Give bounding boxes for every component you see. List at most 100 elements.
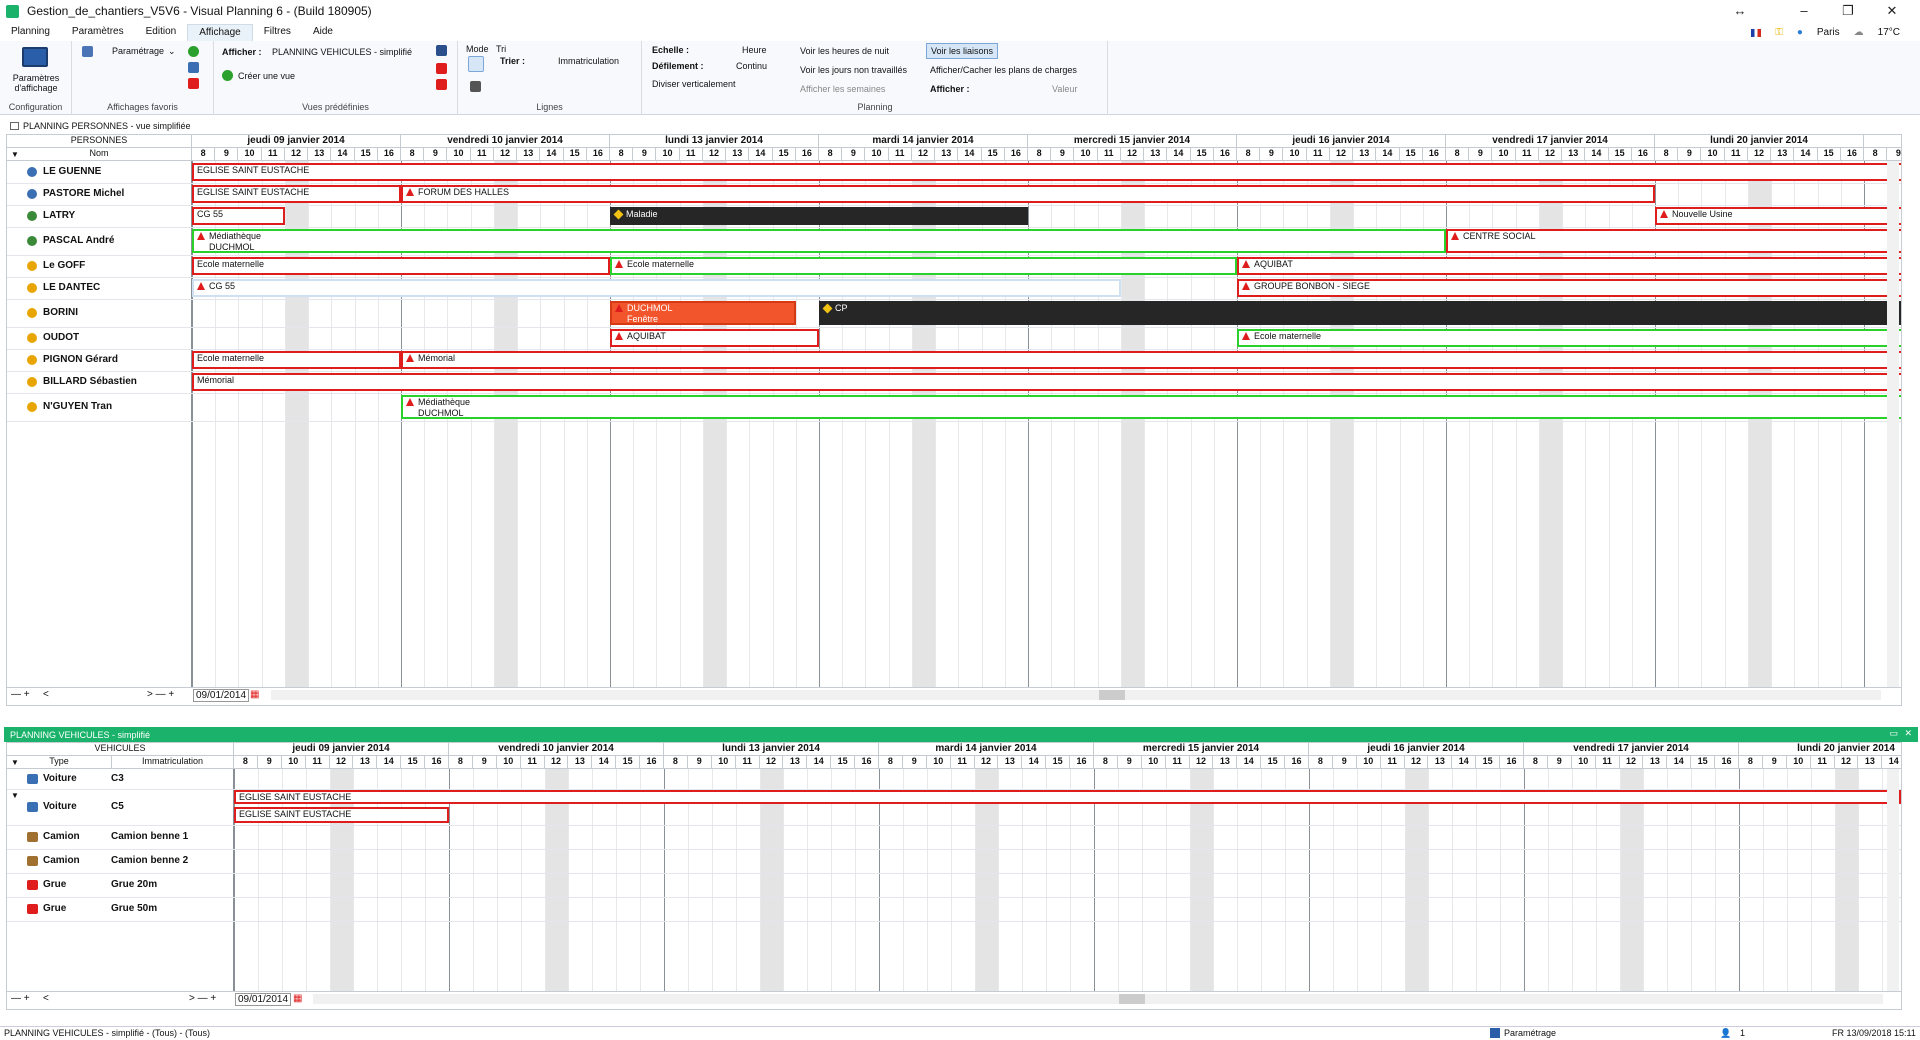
delete-icon[interactable]: [188, 78, 199, 89]
vehicle-immat[interactable]: Grue 50m: [111, 903, 157, 914]
person-name[interactable]: PIGNON Gérard: [43, 354, 118, 365]
vehicle-type[interactable]: Voiture: [43, 773, 77, 784]
task-bar[interactable]: Ecole maternelle: [610, 257, 1237, 275]
vehicle-immat[interactable]: Camion benne 2: [111, 855, 188, 866]
menu-aide[interactable]: Aide: [302, 24, 344, 41]
task-bar[interactable]: GROUPE BONBON - SIEGE: [1237, 279, 1901, 297]
collapse-icon[interactable]: — +: [11, 993, 30, 1004]
flag-icon[interactable]: [1751, 28, 1762, 37]
task-bar[interactable]: CG 55: [192, 279, 1121, 297]
vertical-scrollbar[interactable]: [1887, 769, 1899, 991]
menu-paramètres[interactable]: Paramètres: [61, 24, 135, 41]
split-vertical-button[interactable]: Diviser verticalement: [652, 79, 736, 89]
mode-list-button[interactable]: [470, 81, 481, 92]
vehicle-type[interactable]: Voiture: [43, 801, 77, 812]
vehicle-type[interactable]: Grue: [43, 903, 66, 914]
status-param[interactable]: Paramétrage: [1504, 1028, 1556, 1038]
maximize-button[interactable]: ❐: [1838, 3, 1858, 19]
move-icon[interactable]: ↔: [1730, 3, 1750, 18]
display-settings-button[interactable]: Paramètres d'affichage: [10, 73, 62, 93]
param-dropdown[interactable]: Paramétrage: [112, 46, 164, 56]
menu-edition[interactable]: Edition: [135, 24, 188, 41]
create-view-button[interactable]: Créer une vue: [238, 71, 295, 81]
task-bar[interactable]: CP: [819, 301, 1901, 325]
person-name[interactable]: N'GUYEN Tran: [43, 401, 112, 412]
horizontal-scrollbar[interactable]: [271, 690, 1881, 700]
task-bar[interactable]: CENTRE SOCIAL: [1446, 229, 1901, 253]
task-bar[interactable]: EGLISE SAINT EUSTACHE: [192, 163, 1901, 181]
person-name[interactable]: LE DANTEC: [43, 282, 100, 293]
monitor-icon[interactable]: [22, 47, 48, 67]
calendar-icon[interactable]: ▦: [250, 689, 259, 700]
person-name[interactable]: PASCAL André: [43, 235, 115, 246]
add-icon[interactable]: [188, 46, 199, 57]
scroll-right-icon[interactable]: > — +: [147, 689, 174, 700]
close-view-icon[interactable]: [436, 79, 447, 90]
collapse-icon[interactable]: — +: [11, 689, 30, 700]
delete-view-icon[interactable]: [436, 63, 447, 74]
task-bar[interactable]: Médiathèque DUCHMOL: [192, 229, 1446, 253]
task-bar[interactable]: Maladie: [610, 207, 1028, 225]
task-bar[interactable]: Médiathèque DUCHMOL: [401, 395, 1901, 419]
globe-icon[interactable]: ●: [1797, 27, 1803, 38]
date-field[interactable]: 09/01/2014: [235, 993, 292, 1006]
value-select[interactable]: Valeur: [1052, 84, 1077, 94]
menu-affichage[interactable]: Affichage: [187, 24, 253, 41]
night-hours-toggle[interactable]: Voir les heures de nuit: [800, 46, 889, 56]
save-view-icon[interactable]: [436, 45, 447, 56]
close-icon[interactable]: ✕: [1904, 728, 1912, 739]
task-bar[interactable]: EGLISE SAINT EUSTACHE: [234, 790, 1901, 804]
task-bar[interactable]: CG 55: [192, 207, 285, 225]
load-plans-toggle[interactable]: Afficher/Cacher les plans de charges: [930, 65, 1077, 75]
non-working-days-toggle[interactable]: Voir les jours non travaillés: [800, 65, 907, 75]
task-bar[interactable]: Ecole maternelle: [192, 351, 401, 369]
view-select[interactable]: PLANNING VEHICULES - simplifié: [272, 47, 412, 57]
vehicle-immat[interactable]: C5: [111, 801, 124, 812]
date-field[interactable]: 09/01/2014: [193, 689, 250, 702]
vehicle-immat[interactable]: Grue 20m: [111, 879, 157, 890]
scroll-right-icon[interactable]: > — +: [189, 993, 216, 1004]
task-bar[interactable]: EGLISE SAINT EUSTACHE: [192, 185, 401, 203]
window-icon[interactable]: ▭: [1889, 728, 1898, 739]
person-name[interactable]: BORINI: [43, 307, 78, 318]
scroll-thumb[interactable]: [1119, 994, 1145, 1004]
task-bar[interactable]: FORUM DES HALLES: [401, 185, 1655, 203]
key-icon[interactable]: ⚿: [1775, 27, 1783, 38]
task-bar[interactable]: Mémorial: [192, 373, 1901, 391]
scroll-select[interactable]: Continu: [736, 61, 767, 71]
person-name[interactable]: Le GOFF: [43, 260, 85, 271]
person-name[interactable]: PASTORE Michel: [43, 188, 124, 199]
scroll-thumb[interactable]: [1099, 690, 1125, 700]
person-name[interactable]: BILLARD Sébastien: [43, 376, 137, 387]
weeks-toggle[interactable]: Afficher les semaines: [800, 84, 885, 94]
sort-select[interactable]: Immatriculation: [558, 56, 619, 66]
vehicles-planning-grid[interactable]: jeudi 09 janvier 2014 8 9 10 11 12 13 14 15 16 ven…: [6, 742, 1902, 1010]
person-name[interactable]: LATRY: [43, 210, 75, 221]
close-button[interactable]: ✕: [1882, 3, 1902, 19]
filter-icon[interactable]: ▼: [11, 150, 19, 159]
vertical-scrollbar[interactable]: [1887, 161, 1899, 687]
vehicle-immat[interactable]: C3: [111, 773, 124, 784]
menu-filtres[interactable]: Filtres: [253, 24, 302, 41]
task-bar[interactable]: Nouvelle Usine: [1655, 207, 1901, 225]
save-icon[interactable]: [188, 62, 199, 73]
task-bar[interactable]: Ecole maternelle: [192, 257, 610, 275]
scroll-left-icon[interactable]: <: [43, 689, 49, 700]
horizontal-scrollbar[interactable]: [313, 994, 1883, 1004]
task-bar[interactable]: Ecole maternelle: [1237, 329, 1901, 347]
minimize-button[interactable]: –: [1794, 3, 1814, 18]
scale-select[interactable]: Heure: [742, 45, 767, 55]
menu-planning[interactable]: Planning: [0, 24, 61, 41]
persons-planning-grid[interactable]: jeudi 09 janvier 2014 8 9 10 11 12 13 14 15 16 ven…: [6, 134, 1902, 706]
expand-icon[interactable]: ▼: [11, 791, 19, 800]
task-bar[interactable]: Mémorial: [401, 351, 1901, 369]
scroll-left-icon[interactable]: <: [43, 993, 49, 1004]
calendar-icon[interactable]: ▦: [293, 993, 302, 1004]
mode-grid-button[interactable]: [468, 56, 484, 72]
task-bar[interactable]: AQUIBAT: [1237, 257, 1901, 275]
filter-icon[interactable]: ▼: [11, 758, 19, 767]
task-bar[interactable]: AQUIBAT: [610, 329, 819, 347]
person-name[interactable]: OUDOT: [43, 332, 79, 343]
vehicle-type[interactable]: Grue: [43, 879, 66, 890]
links-toggle[interactable]: Voir les liaisons: [926, 43, 999, 59]
